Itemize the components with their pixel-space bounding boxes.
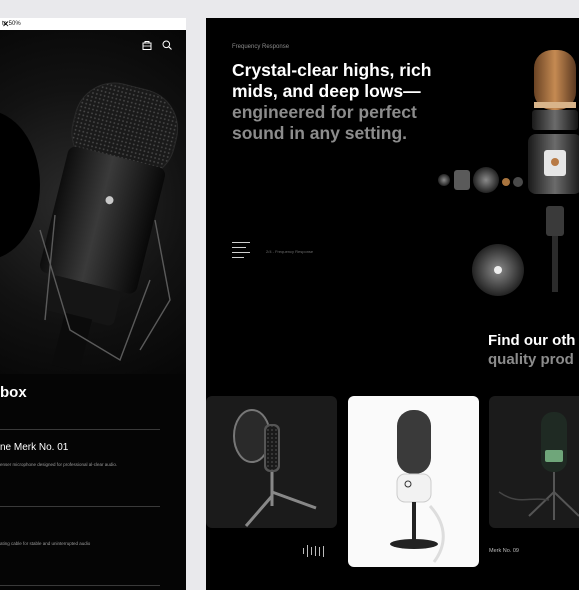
exploded-microphone-image [438, 50, 579, 296]
heading-primary: Find our oth [488, 332, 576, 349]
left-panel: to 50% ✕ box ne Merk No. 01 enser microp… [0, 18, 186, 590]
tripod-mic-image [498, 412, 579, 520]
headline: Crystal-clear highs, rich mids, and deep… [232, 60, 442, 144]
section-label: Frequency Response [232, 44, 290, 50]
divider [0, 585, 160, 586]
headline-primary: Crystal-clear highs, rich mids, and deep… [232, 60, 432, 101]
bag-icon[interactable] [142, 40, 152, 50]
product-card[interactable] [489, 396, 579, 528]
product-card[interactable] [348, 396, 479, 567]
promo-banner: to 50% ✕ [0, 18, 186, 30]
search-icon[interactable] [162, 40, 172, 50]
right-panel: Frequency Response Crystal-clear highs, … [206, 18, 579, 590]
section-heading: Find our oth quality prod [488, 331, 579, 369]
pop-filter-mic-image [233, 409, 317, 527]
hero-image [0, 30, 186, 374]
product-description: ating cable for stable and uninterrupted… [0, 541, 91, 546]
menu-icon[interactable] [232, 242, 250, 262]
usb-mic-image [390, 410, 445, 563]
product-card[interactable] [206, 396, 337, 528]
product-title[interactable]: ne Merk No. 01 [0, 442, 68, 453]
product-description: enser microphone designed for profession… [0, 462, 118, 467]
divider [0, 506, 160, 507]
heading-secondary: quality prod [488, 351, 574, 368]
divider [0, 429, 160, 430]
card-caption: Merk No. 09 [489, 548, 519, 554]
close-icon[interactable]: ✕ [2, 18, 176, 30]
section-title: box [0, 384, 27, 401]
slide-indicator: 2/4 - Frequency Response [266, 249, 314, 254]
audio-bars-icon [303, 545, 324, 557]
headline-secondary: engineered for perfect sound in any sett… [232, 102, 417, 143]
